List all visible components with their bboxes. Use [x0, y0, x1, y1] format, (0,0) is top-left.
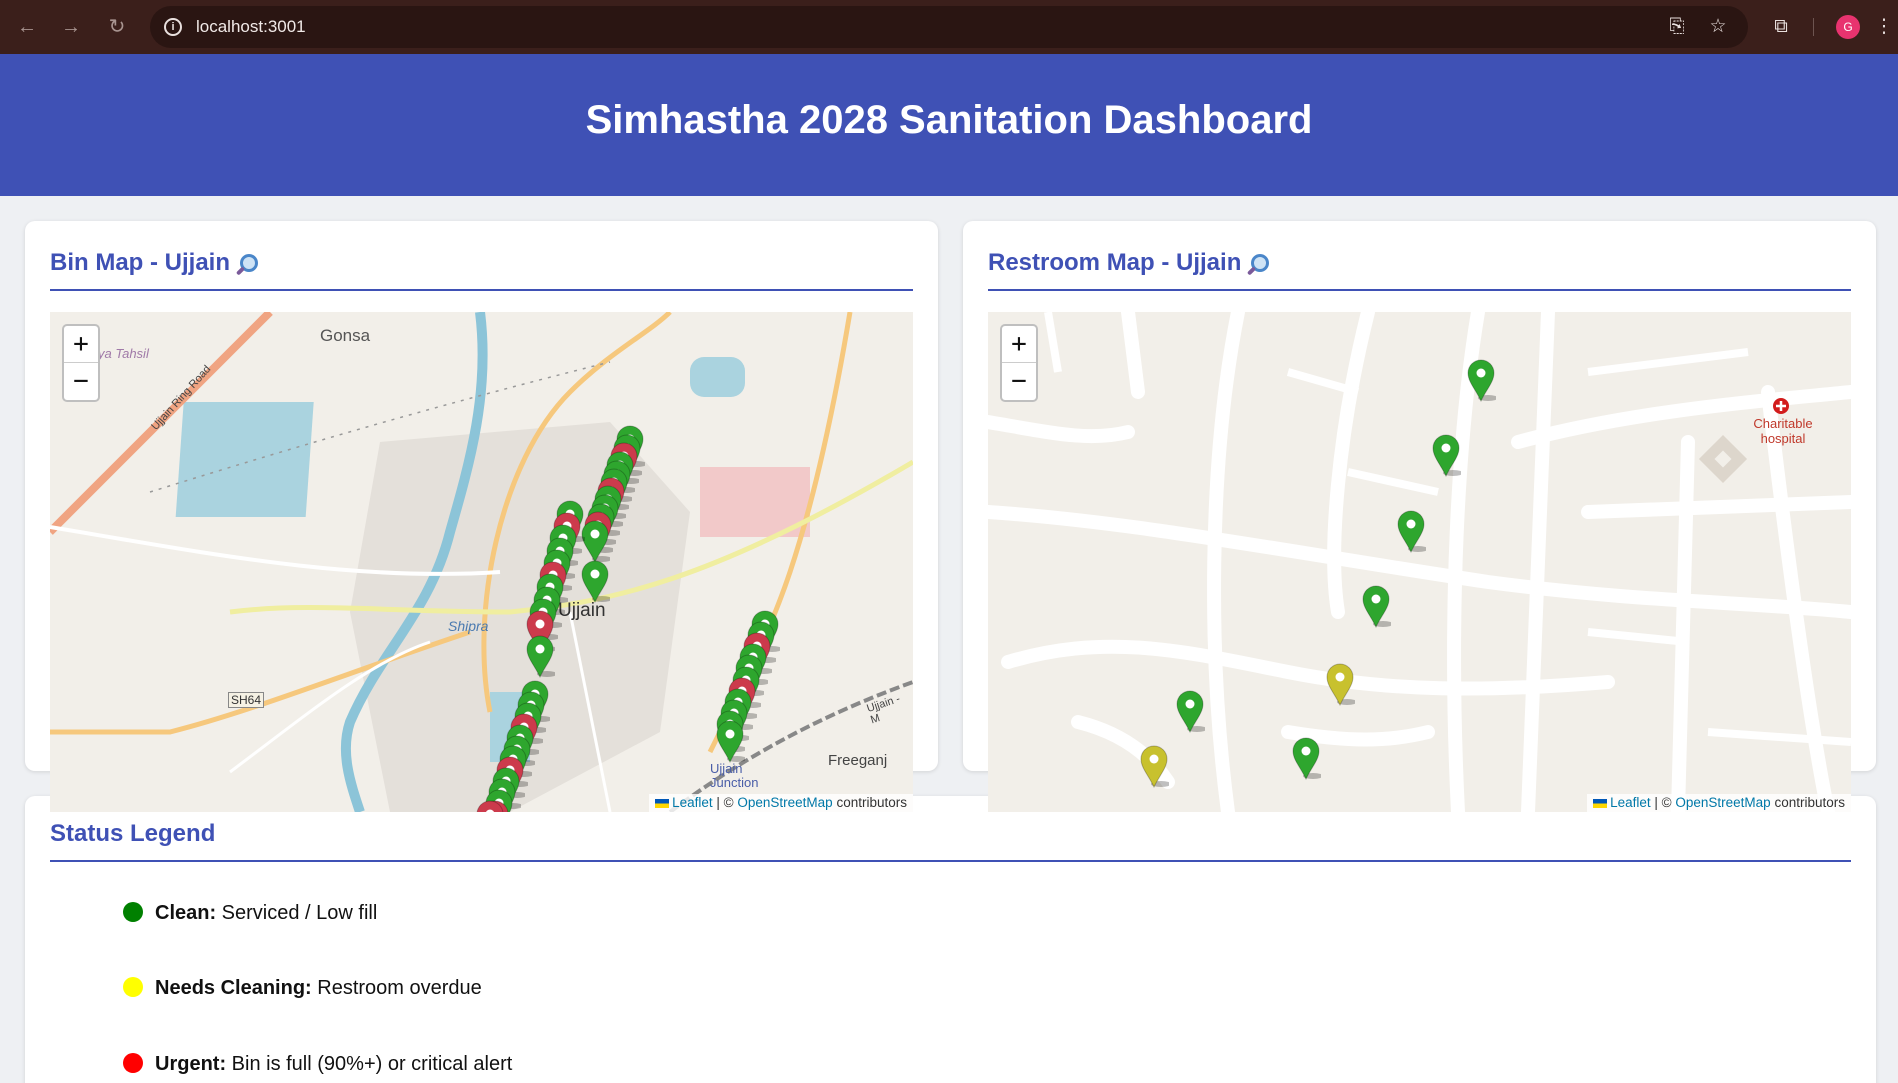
install-app-icon[interactable]: ⎘	[1666, 16, 1688, 38]
restroom-clean-marker[interactable]	[1466, 358, 1498, 403]
reload-icon[interactable]: ↻	[104, 14, 130, 40]
legend-item-clean: Clean: Serviced / Low fill	[123, 902, 377, 925]
browser-toolbar: ← → ↻ i localhost:3001 ⎘ ☆ ⧉ G ⋮	[0, 0, 1898, 54]
restroom-clean-marker[interactable]	[1361, 584, 1393, 629]
ukraine-flag-icon	[655, 798, 670, 808]
map-label-freeganj: Freeganj	[828, 752, 888, 769]
url-text[interactable]: localhost:3001	[196, 17, 306, 37]
restroom-zoom-control: + −	[1000, 324, 1038, 402]
map-attribution: Leaflet | © OpenStreetMap contributors	[649, 794, 913, 812]
restroom-clean-marker[interactable]	[1431, 433, 1463, 478]
restroom-clean-marker[interactable]	[1396, 509, 1428, 554]
menu-kebab-icon[interactable]: ⋮	[1874, 14, 1894, 40]
magnifier-icon	[240, 254, 258, 272]
bin-map[interactable]: Gonsa ya Tahsil Ujjain Ring Road Ujjain …	[50, 312, 913, 812]
zoom-out-button[interactable]: −	[1002, 363, 1036, 400]
map-label-junction: Ujjain Junction	[710, 761, 759, 790]
restroom-map-title: Restroom Map - Ujjain	[988, 249, 1242, 276]
site-info-icon[interactable]: i	[164, 18, 182, 36]
legend-item-urgent: Urgent: Bin is full (90%+) or critical a…	[123, 1053, 512, 1076]
leaflet-link[interactable]: Leaflet	[672, 795, 713, 810]
bin-clean-marker[interactable]	[715, 719, 747, 764]
legend-title: Status Legend	[50, 820, 1851, 862]
zoom-out-button[interactable]: −	[64, 363, 98, 400]
zoom-in-button[interactable]: +	[1002, 326, 1036, 363]
bookmark-star-icon[interactable]: ☆	[1707, 16, 1729, 38]
restroom-map-heading: Restroom Map - Ujjain	[988, 249, 1851, 291]
osm-link[interactable]: OpenStreetMap	[737, 795, 832, 810]
bin-map-heading: Bin Map - Ujjain	[50, 249, 913, 291]
map-label-sh64: SH64	[228, 692, 265, 708]
restroom-warn-marker[interactable]	[1325, 662, 1357, 707]
map-label-gonsa: Gonsa	[320, 326, 371, 345]
needs-cleaning-status-dot	[123, 977, 143, 997]
app-header: Simhastha 2028 Sanitation Dashboard	[0, 54, 1898, 196]
ukraine-flag-icon	[1593, 798, 1608, 808]
address-bar[interactable]: i localhost:3001 ⎘ ☆	[150, 6, 1748, 48]
map-label-hospital: Charitable hospital	[1753, 416, 1813, 446]
restroom-clean-marker[interactable]	[1175, 689, 1207, 734]
map-label-river: Shipra	[448, 618, 489, 634]
forward-icon[interactable]: →	[58, 14, 84, 40]
toolbar-divider	[1813, 18, 1814, 36]
restroom-map[interactable]: Charitable hospital + − Leaflet | © Open…	[988, 312, 1851, 812]
urgent-status-dot	[123, 1053, 143, 1073]
bin-clean-marker[interactable]	[580, 559, 612, 604]
restroom-clean-marker[interactable]	[1291, 736, 1323, 781]
extensions-icon[interactable]: ⧉	[1768, 14, 1794, 40]
bin-zoom-control: + −	[62, 324, 100, 402]
profile-avatar[interactable]: G	[1836, 15, 1860, 39]
restroom-map-tiles	[988, 312, 1851, 812]
clean-status-dot	[123, 902, 143, 922]
bin-urgent-marker[interactable]	[475, 799, 505, 812]
bin-map-tiles	[50, 312, 913, 812]
legend-card: Status Legend Clean: Serviced / Low fill…	[25, 796, 1876, 1083]
magnifier-icon	[1251, 254, 1270, 272]
bin-map-title: Bin Map - Ujjain	[50, 249, 230, 276]
map-label-tahsil: ya Tahsil	[98, 346, 149, 361]
back-icon[interactable]: ←	[14, 14, 40, 40]
page-title: Simhastha 2028 Sanitation Dashboard	[585, 98, 1313, 142]
zoom-in-button[interactable]: +	[64, 326, 98, 363]
map-attribution: Leaflet | © OpenStreetMap contributors	[1587, 794, 1851, 812]
osm-link[interactable]: OpenStreetMap	[1675, 795, 1770, 810]
bin-clean-marker[interactable]	[525, 634, 557, 679]
legend-item-needs-cleaning: Needs Cleaning: Restroom overdue	[123, 977, 482, 1000]
restroom-warn-marker[interactable]	[1139, 744, 1171, 789]
leaflet-link[interactable]: Leaflet	[1610, 795, 1651, 810]
